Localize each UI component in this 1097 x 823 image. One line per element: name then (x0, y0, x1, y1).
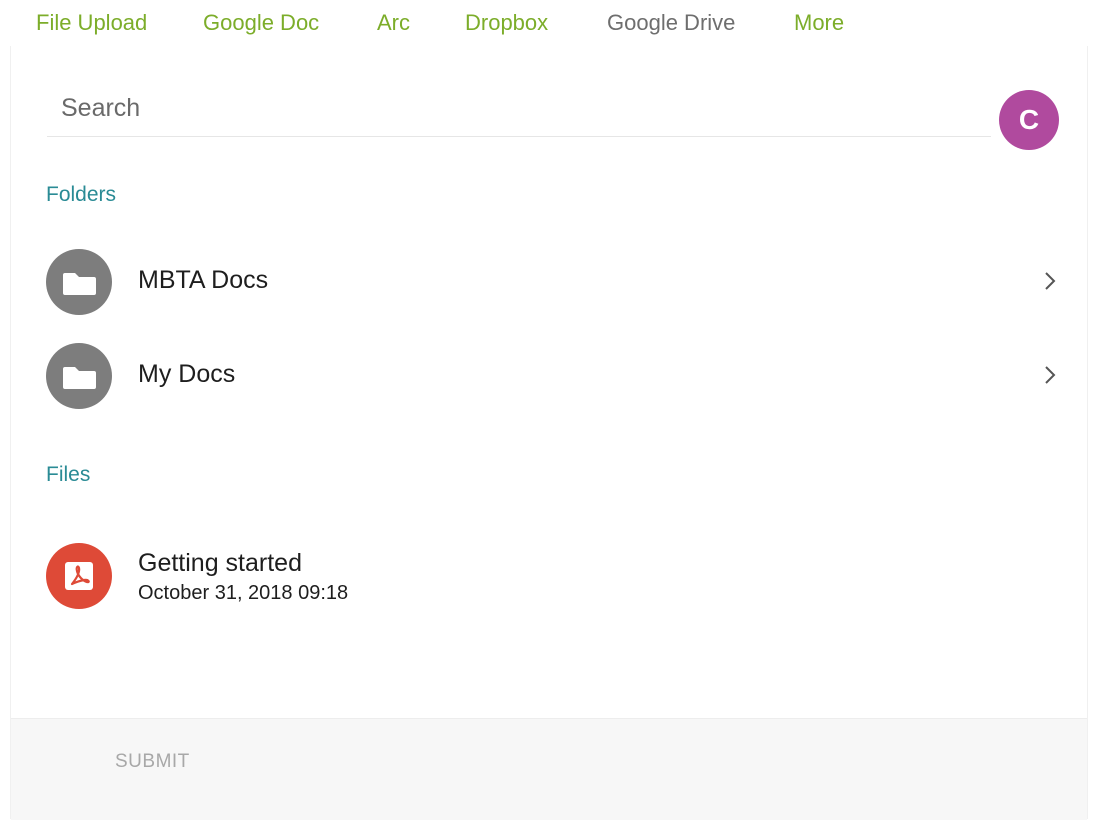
folder-icon (46, 343, 112, 409)
tab-google-doc[interactable]: Google Doc (203, 9, 319, 37)
file-row[interactable]: Getting started October 31, 2018 09:18 (11, 539, 1087, 619)
search-bar (47, 88, 991, 137)
folder-row[interactable]: MBTA Docs (11, 245, 1087, 321)
file-name: Getting started (138, 549, 302, 577)
folder-name: My Docs (138, 360, 236, 388)
avatar[interactable]: C (999, 90, 1059, 150)
files-heading: Files (46, 463, 91, 486)
search-input[interactable] (47, 88, 991, 128)
folder-icon (46, 249, 112, 315)
tab-dropbox[interactable]: Dropbox (465, 9, 548, 37)
folders-heading: Folders (46, 183, 117, 206)
drive-picker-page: File Upload Google Doc Arc Dropbox Googl… (0, 0, 1097, 823)
folder-row[interactable]: My Docs (11, 339, 1087, 415)
source-tabs: File Upload Google Doc Arc Dropbox Googl… (0, 0, 1097, 46)
tab-more[interactable]: More (794, 9, 844, 37)
submit-button[interactable]: SUBMIT (115, 751, 190, 773)
tab-google-drive[interactable]: Google Drive (607, 9, 735, 37)
folder-name: MBTA Docs (138, 266, 269, 294)
pdf-icon (46, 543, 112, 609)
drive-browser-panel: C Folders MBTA Docs My Docs (10, 46, 1088, 820)
file-date: October 31, 2018 09:18 (138, 582, 349, 604)
footer-bar: SUBMIT (11, 718, 1087, 820)
tab-arc[interactable]: Arc (377, 9, 410, 37)
tab-file-upload[interactable]: File Upload (36, 9, 147, 37)
